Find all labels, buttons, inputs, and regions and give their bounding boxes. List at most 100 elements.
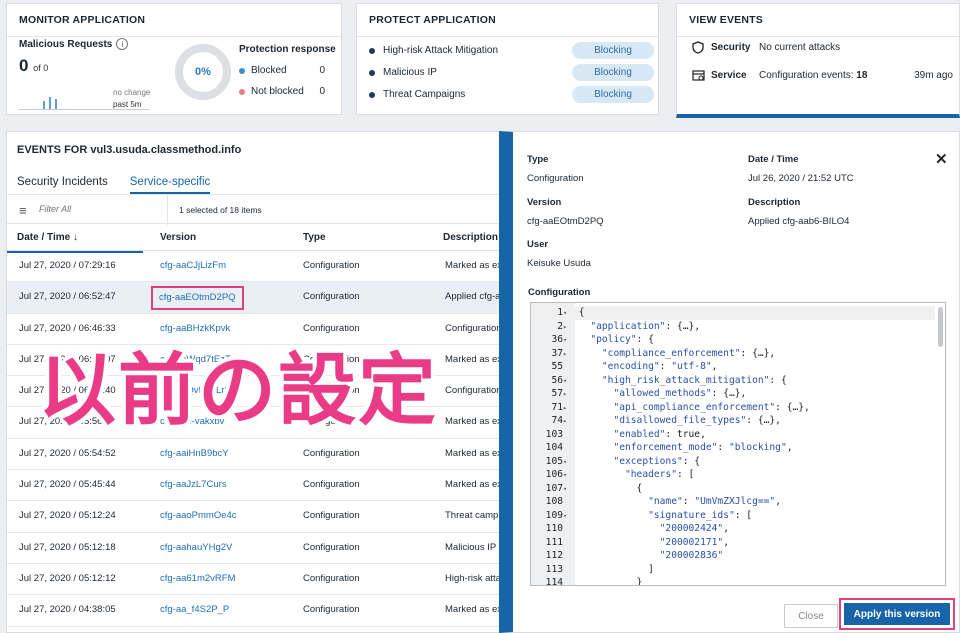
table-row[interactable]: Jul 27, 2020 / 05:12:18 cfg-aahauYHg2V Con… (7, 533, 501, 564)
malicious-count-suffix: of 0 (33, 63, 49, 73)
tab-security-incidents[interactable]: Security Incidents (17, 176, 108, 194)
row-date: Jul 27, 2020 / 05:12:18 (19, 541, 116, 553)
row-version-link[interactable]: cfg-aaQvN3pLr8 (160, 376, 230, 406)
row-version-link[interactable]: cfg-aahauYHg2V (160, 533, 232, 563)
line-number: 55 (551, 361, 563, 372)
fold-toggle-icon[interactable]: ▸ (563, 402, 573, 416)
code-line: 56▾ "high_risk_attack_mitigation": { (531, 374, 935, 388)
row-type: Configuration (303, 572, 360, 584)
fold-toggle-icon[interactable]: ▾ (563, 456, 573, 470)
detail-date-label: Date / Time (748, 154, 799, 165)
row-type: Configuration (303, 385, 360, 397)
fold-toggle-icon[interactable]: ▾ (563, 483, 573, 497)
row-date: Jul 27, 2020 / 05:12:12 (19, 572, 116, 584)
info-icon[interactable]: i (116, 38, 129, 50)
code-line: 71▸ "api_compliance_enforcement": {…}, (531, 401, 935, 415)
row-version-link[interactable]: cfg-aa_f4S2P_P (160, 595, 229, 625)
row-description: Marked as ex (445, 479, 502, 491)
line-number: 106 (545, 469, 563, 480)
protection-donut: 0% (175, 44, 231, 100)
code-text: "encoding": "utf-8", (601, 361, 718, 372)
detail-version-label: Version (527, 197, 562, 208)
column-date-time[interactable]: Date / Time ↓ (7, 224, 143, 253)
fold-toggle-icon[interactable]: ▸ (563, 348, 573, 362)
row-version-link[interactable]: cfg-aa61m2vRFM (160, 564, 236, 594)
row-version-link[interactable]: cfg-aaEOtmD2PQ (151, 286, 244, 311)
table-row[interactable]: Jul 27, 2020 / 05:56:49 cfg-aae-vakxbv Con… (7, 407, 501, 439)
row-version-link[interactable]: cfg-aaWqd7tEzT (160, 345, 231, 375)
line-number: 57 (551, 388, 563, 399)
code-text: "allowed_methods": {…}, (613, 388, 747, 399)
row-version-link[interactable]: cfg-aaJzL7Curs (160, 470, 227, 500)
table-row[interactable]: Jul 27, 2020 / 04:38:05 cfg-aa_f4S2P_P Con… (7, 595, 501, 627)
fold-toggle-icon[interactable]: ▾ (563, 334, 573, 348)
table-row[interactable]: Jul 27, 2020 / 05:12:12 cfg-aa61m2vRFM Con… (7, 564, 501, 596)
row-version-link[interactable]: cfg-aaBHzkKpvk (160, 314, 230, 344)
line-number: 36 (551, 334, 563, 345)
table-row[interactable]: Jul 27, 2020 / 05:54:52 cfg-aaiHnB9bcY Con… (7, 439, 501, 471)
detail-user: User Keisuke Usuda (527, 239, 591, 269)
code-line: 103 "enabled": true, (531, 428, 935, 442)
protect-row-label: High-risk Attack Mitigation (383, 45, 499, 56)
row-version-link[interactable]: cfg-aaCJjLizFm (160, 251, 226, 281)
not-blocked-value: 0 (319, 86, 325, 97)
fold-toggle-icon[interactable]: ▾ (563, 510, 573, 524)
sparkline-bar (49, 97, 51, 109)
close-button[interactable]: Close (784, 604, 838, 628)
code-line: 2▸ "application": {…}, (531, 320, 935, 334)
apply-this-version-button[interactable]: Apply this version (844, 603, 950, 625)
column-version[interactable]: Version (160, 224, 196, 251)
table-row[interactable]: Jul 27, 2020 / 06:52:47 cfg-aaEOtmD2PQ Con… (7, 282, 501, 314)
fold-toggle-icon[interactable]: ▾ (563, 307, 573, 321)
service-events-row[interactable]: Service Configuration events: 18 39m ago (691, 68, 959, 82)
fold-toggle-icon[interactable]: ▾ (563, 469, 573, 483)
table-row[interactable]: Jul 27, 2020 / 07:29:16 cfg-aaCJjLizFm Con… (7, 251, 501, 283)
code-line: 113 ] (531, 563, 935, 577)
protection-response: Protection response Blocked 0 Not blocke… (239, 44, 339, 97)
code-scrollbar[interactable] (938, 307, 943, 347)
row-date: Jul 27, 2020 / 06:01:40 (19, 385, 116, 397)
fold-toggle-icon[interactable]: ▾ (563, 375, 573, 389)
column-description[interactable]: Description (443, 224, 498, 251)
line-number: 105 (545, 455, 563, 467)
table-row[interactable]: Jul 27, 2020 / 05:45:44 cfg-aaJzL7Curs Con… (7, 470, 502, 502)
table-row[interactable]: Jul 27, 2020 / 06:23:07 cfg-aaWqd7tEzT Con… (7, 345, 501, 377)
row-version-link[interactable]: cfg-aae-vakxbv (160, 407, 224, 437)
row-type: Configuration (303, 479, 360, 491)
row-date: Jul 27, 2020 / 05:45:44 (19, 479, 116, 491)
table-row[interactable]: Jul 27, 2020 / 06:01:40 cfg-aaQvN3pLr8 Con… (7, 376, 501, 408)
tab-service-specific[interactable]: Service-specific (129, 176, 211, 194)
row-description: Configuration (445, 322, 502, 334)
protect-row-label: Malicious IP (383, 67, 437, 78)
code-line: 37▸ "compliance_enforcement": {…}, (531, 347, 935, 361)
row-description: Applied cfg-a (445, 291, 501, 303)
protect-row[interactable]: Malicious IP Blocking (369, 64, 654, 81)
malicious-count: 0 (19, 56, 29, 75)
row-version-link[interactable]: cfg-aaiHnB9bcY (160, 439, 229, 469)
protect-row[interactable]: Threat Campaigns Blocking (369, 86, 654, 103)
code-line: 109▾ "signature_ids": [ (531, 509, 935, 523)
blocked-value: 0 (319, 65, 325, 76)
code-text: "200002171", (659, 536, 729, 548)
fold-toggle-icon[interactable]: ▸ (563, 388, 573, 402)
detail-version: Version cfg-aaEOtmD2PQ (527, 197, 604, 227)
table-row[interactable]: Jul 27, 2020 / 05:12:24 cfg-aaoPmmOe4c Con… (7, 501, 501, 533)
line-number: 112 (545, 550, 563, 561)
row-version-link[interactable]: cfg-aaoPmmOe4c (160, 501, 237, 531)
line-number: 71 (551, 401, 563, 413)
no-change-text: no change (113, 88, 151, 97)
events-panel: EVENTS FOR vul3.usuda.classmethod.info S… (6, 131, 502, 633)
fold-toggle-icon[interactable]: ▸ (563, 415, 573, 429)
bullet-icon (369, 47, 375, 54)
configuration-code-editor[interactable]: 1▾ {2▸ "application": {…}, 36▾ "policy": … (530, 302, 946, 586)
filter-input[interactable] (39, 204, 159, 214)
table-row[interactable]: Jul 27, 2020 / 06:46:33 cfg-aaBHzkKpvk Con… (7, 314, 502, 345)
filter-sliders-icon[interactable]: ≡ (19, 203, 27, 218)
close-icon[interactable]: ✕ (935, 150, 948, 168)
code-line: 74▸ "disallowed_file_types": {…}, (531, 414, 935, 428)
column-type[interactable]: Type (303, 224, 326, 251)
fold-toggle-icon[interactable]: ▸ (563, 321, 573, 335)
protect-row[interactable]: High-risk Attack Mitigation Blocking (369, 42, 654, 59)
table-header: Date / Time ↓ Version Type Description (7, 224, 501, 253)
security-events-row[interactable]: Security No current attacks (691, 40, 959, 54)
